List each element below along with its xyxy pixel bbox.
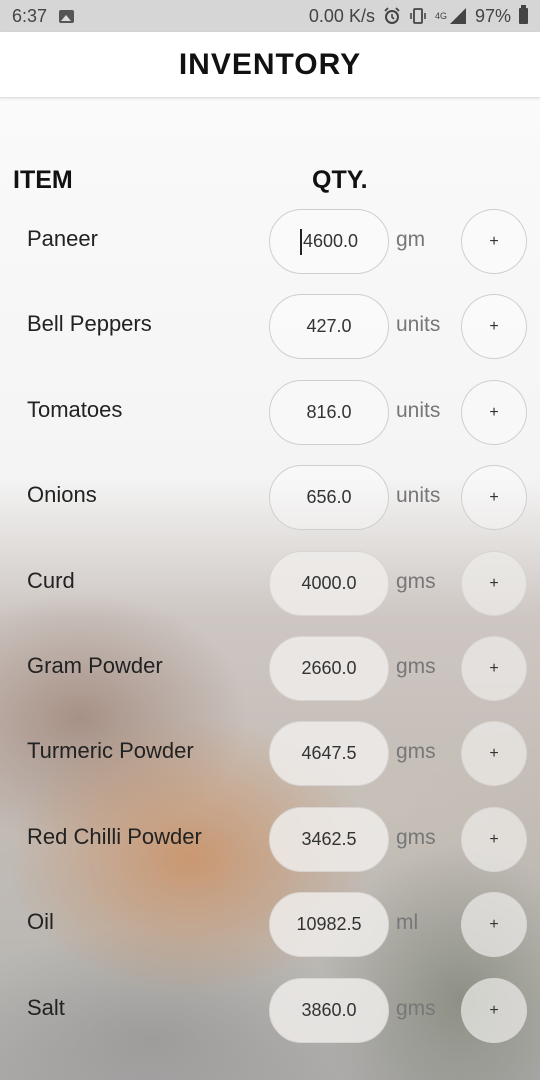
battery-percent: 97% [474, 5, 511, 26]
quantity-input[interactable]: 656.0 [269, 465, 389, 530]
add-quantity-button[interactable]: + [461, 807, 527, 872]
item-name: Tomatoes [27, 397, 123, 422]
item-name: Oil [27, 909, 54, 934]
quantity-input[interactable]: 816.0 [269, 380, 389, 445]
item-name: Salt [27, 995, 65, 1020]
app-bar: INVENTORY [0, 32, 540, 98]
unit-label: ml [396, 911, 419, 934]
add-quantity-button[interactable]: + [461, 721, 527, 786]
quantity-value: 427.0 [306, 316, 352, 336]
quantity-value: 2660.0 [301, 658, 357, 678]
quantity-input[interactable]: 3462.5 [269, 807, 389, 872]
quantity-input[interactable]: 427.0 [269, 294, 389, 359]
add-quantity-button[interactable]: + [461, 978, 527, 1043]
quantity-value: 4000.0 [301, 573, 357, 593]
item-name: Curd [27, 568, 75, 593]
quantity-value: 656.0 [306, 487, 352, 507]
unit-label: gm [396, 228, 426, 251]
unit-label: gms [396, 570, 436, 593]
add-quantity-button[interactable]: + [461, 892, 527, 957]
alarm-icon [384, 7, 400, 24]
quantity-value: 3462.5 [301, 829, 357, 849]
add-quantity-button[interactable]: + [461, 465, 527, 530]
unit-label: units [396, 313, 441, 336]
inventory-row: Paneer 4600.0 gm + [0, 208, 540, 276]
quantity-input[interactable]: 10982.5 [269, 892, 389, 957]
add-quantity-button[interactable]: + [461, 209, 527, 274]
item-name: Gram Powder [27, 653, 163, 678]
unit-label: units [396, 399, 441, 422]
add-quantity-button[interactable]: + [461, 636, 527, 701]
add-quantity-button[interactable]: + [461, 380, 527, 445]
status-time: 6:37 [12, 5, 48, 26]
quantity-input[interactable]: 4600.0 [269, 209, 389, 274]
unit-label: gms [396, 826, 436, 849]
quantity-input[interactable]: 2660.0 [269, 636, 389, 701]
battery-icon [519, 5, 528, 24]
quantity-value: 4647.5 [301, 743, 357, 763]
inventory-row: Bell Peppers 427.0 units + [0, 293, 540, 361]
quantity-input[interactable]: 3860.0 [269, 978, 389, 1043]
quantity-input[interactable]: 4647.5 [269, 721, 389, 786]
page-title: INVENTORY [178, 47, 362, 81]
item-name: Onions [27, 482, 97, 507]
quantity-value: 4600.0 [302, 231, 359, 251]
inventory-row: Curd 4000.0 gms + [0, 550, 540, 618]
quantity-value: 816.0 [306, 402, 352, 422]
qty-column-header: QTY. [312, 166, 368, 194]
unit-label: gms [396, 655, 436, 678]
network-type: 4G [434, 10, 447, 21]
inventory-row: Red Chilli Powder 3462.5 gms + [0, 806, 540, 874]
unit-label: gms [396, 740, 436, 763]
inventory-row: Onions 656.0 units + [0, 464, 540, 532]
inventory-row: Oil 10982.5 ml + [0, 891, 540, 959]
inventory-row: Salt 3860.0 gms + [0, 977, 540, 1045]
unit-label: gms [396, 997, 436, 1020]
inventory-row: Gram Powder 2660.0 gms + [0, 635, 540, 703]
vibrate-icon [410, 8, 426, 24]
item-name: Bell Peppers [27, 311, 152, 336]
item-name: Paneer [27, 226, 98, 251]
item-name: Red Chilli Powder [27, 824, 202, 849]
inventory-row: Turmeric Powder 4647.5 gms + [0, 720, 540, 788]
image-icon [59, 9, 75, 23]
quantity-input[interactable]: 4000.0 [269, 551, 389, 616]
net-speed: 0.00 K/s [308, 5, 375, 26]
quantity-value: 10982.5 [296, 914, 362, 934]
item-column-header: ITEM [13, 166, 73, 194]
status-bar: 6:37 0.00 K/s 4G 97% [0, 0, 540, 32]
inventory-row: Tomatoes 816.0 units + [0, 379, 540, 447]
add-quantity-button[interactable]: + [461, 551, 527, 616]
item-name: Turmeric Powder [27, 738, 194, 763]
text-cursor [299, 228, 302, 255]
add-quantity-button[interactable]: + [461, 294, 527, 359]
quantity-value: 3860.0 [301, 1000, 357, 1020]
unit-label: units [396, 484, 441, 507]
signal-icon [449, 8, 466, 24]
